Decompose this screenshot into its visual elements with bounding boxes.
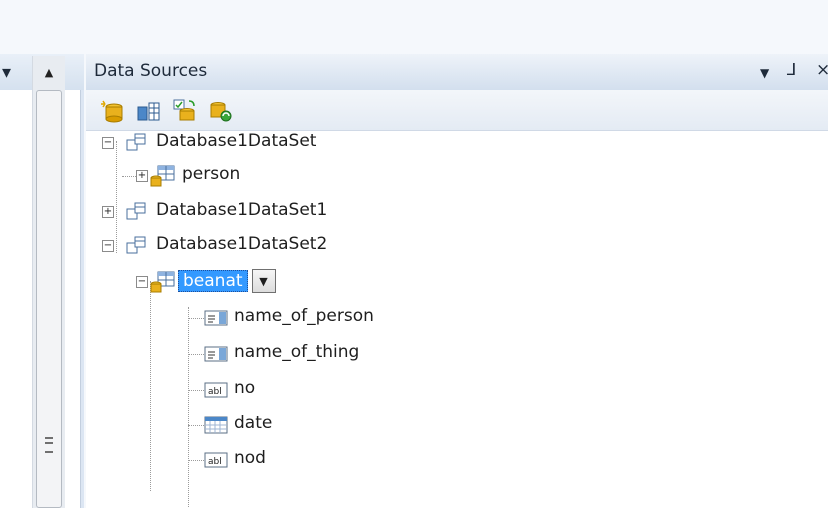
window-position-icon[interactable]: ▾ xyxy=(2,64,11,82)
field-label: nod xyxy=(234,448,266,468)
data-sources-tree: − Database1DataSet + person + Database1D… xyxy=(86,131,828,508)
datatable-icon xyxy=(150,165,175,187)
dataset-icon xyxy=(126,133,146,151)
data-sources-toolbar xyxy=(86,90,828,131)
scroll-thumb[interactable] xyxy=(36,90,62,508)
panel-titlebar: Data Sources ▼ ᒧ × xyxy=(86,54,828,91)
panel-title: Data Sources xyxy=(94,61,208,81)
collapse-toggle[interactable]: − xyxy=(136,276,148,288)
edit-dataset-designer-icon[interactable] xyxy=(136,98,162,124)
window-position-dropdown-icon[interactable]: ▼ xyxy=(760,66,769,80)
tree-connector xyxy=(188,390,204,391)
data-sources-panel: Data Sources ▼ ᒧ × − Database1DataSet + … xyxy=(86,54,828,508)
control-type-dropdown-icon[interactable]: ▼ xyxy=(251,269,276,293)
tree-connector xyxy=(188,307,189,507)
configure-dataset-wizard-icon[interactable] xyxy=(172,98,198,124)
grip-icon xyxy=(45,437,53,453)
field-label: name_of_person xyxy=(234,306,374,326)
auto-hide-pin-icon[interactable]: ᒧ xyxy=(786,60,796,80)
node-label: Database1DataSet2 xyxy=(156,234,328,254)
collapse-toggle[interactable]: − xyxy=(102,240,114,252)
combobox-field-icon xyxy=(204,346,228,362)
vertical-scrollbar[interactable]: ▲ xyxy=(32,56,65,508)
tree-connector xyxy=(188,460,204,461)
svg-text:abl: abl xyxy=(208,387,222,397)
datetime-field-icon xyxy=(204,416,228,434)
svg-text:abl: abl xyxy=(208,457,222,467)
node-label: Database1DataSet1 xyxy=(156,200,328,220)
tree-connector xyxy=(116,141,117,253)
tree-connector xyxy=(150,281,151,491)
textbox-field-icon: abl xyxy=(204,452,228,468)
field-label: no xyxy=(234,378,256,398)
node-label: Database1DataSet xyxy=(156,131,317,151)
close-icon[interactable]: × xyxy=(816,60,828,80)
field-label: date xyxy=(234,413,273,433)
add-new-data-source-icon[interactable] xyxy=(100,98,126,124)
tree-connector xyxy=(188,425,204,426)
dataset-icon xyxy=(126,236,146,254)
combobox-field-icon xyxy=(204,310,228,326)
node-label: person xyxy=(182,164,241,184)
top-strip xyxy=(0,0,828,54)
tree-connector xyxy=(188,318,204,319)
scroll-up-icon[interactable]: ▲ xyxy=(33,56,65,88)
textbox-field-icon: abl xyxy=(204,382,228,398)
expand-toggle[interactable]: + xyxy=(102,206,114,218)
collapse-toggle[interactable]: − xyxy=(102,137,114,149)
tree-connector xyxy=(188,354,204,355)
refresh-icon[interactable] xyxy=(208,98,234,124)
datatable-icon xyxy=(150,271,175,293)
node-label-selected[interactable]: beanat xyxy=(178,270,248,292)
field-label: name_of_thing xyxy=(234,342,360,362)
expand-toggle[interactable]: + xyxy=(136,170,148,182)
dataset-icon xyxy=(126,202,146,220)
